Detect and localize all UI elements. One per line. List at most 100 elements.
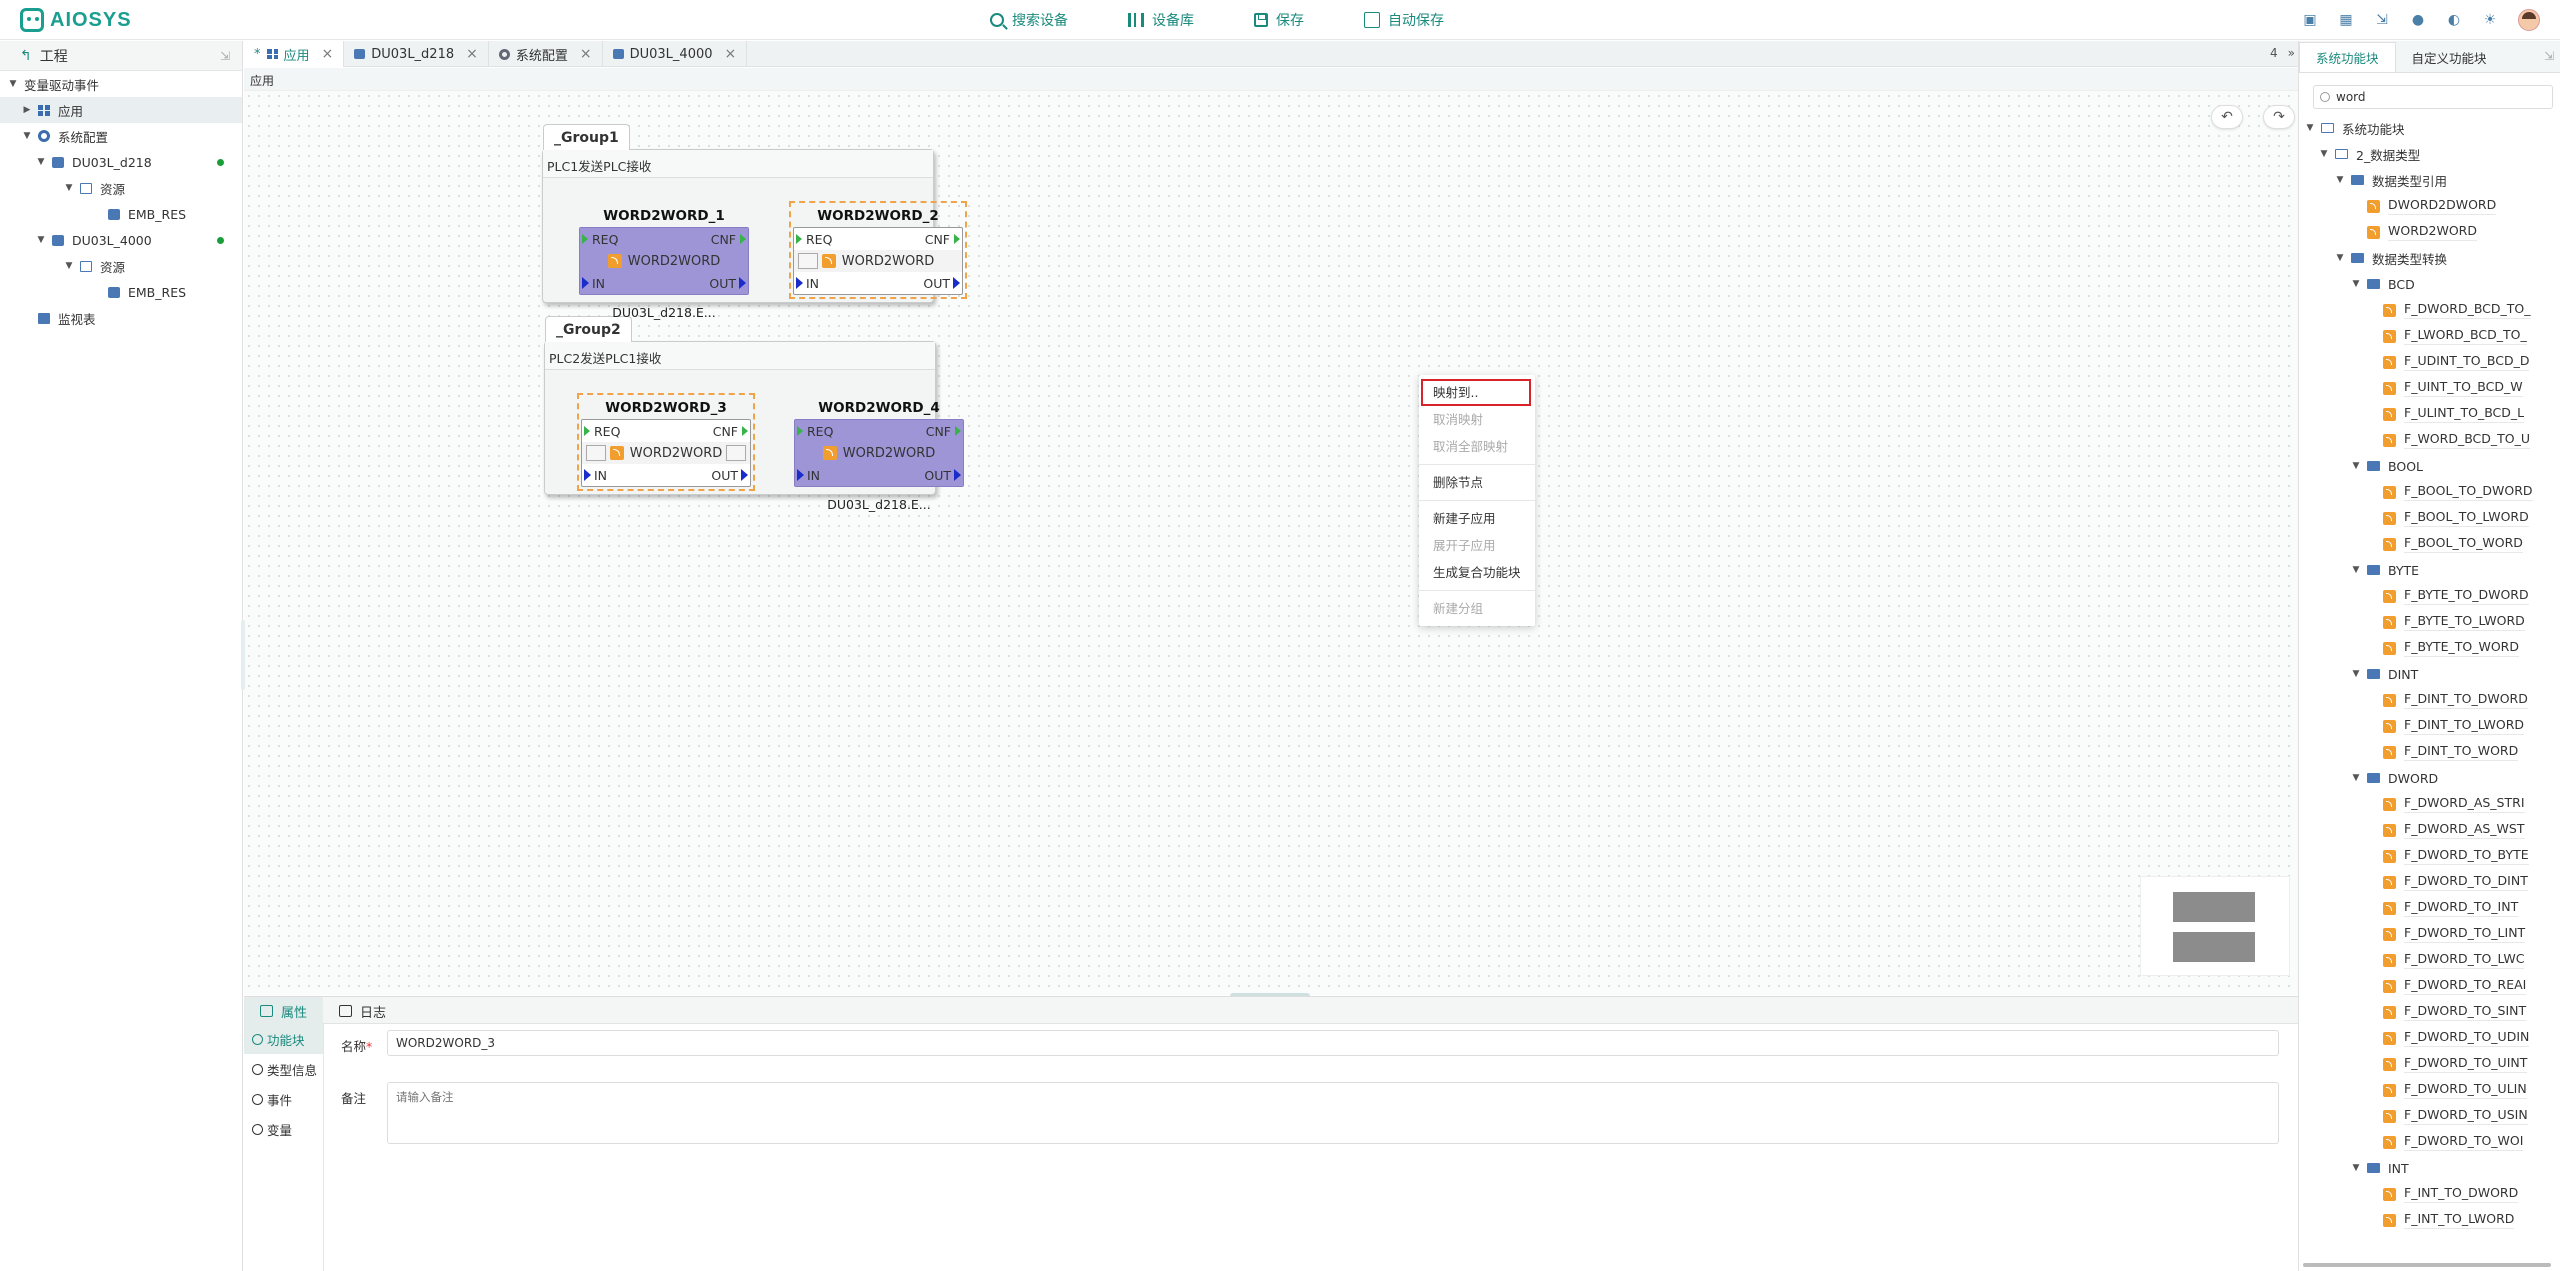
library-function-block[interactable]: F_DWORD_TO_INT — [2299, 895, 2560, 921]
caret-down-icon[interactable]: ▼ — [2351, 279, 2361, 289]
editor-tab[interactable]: * 应用 × — [244, 41, 345, 67]
event-output-port[interactable] — [954, 234, 960, 244]
event-output-port[interactable] — [742, 426, 748, 436]
tree-item[interactable]: 监视表 — [0, 305, 242, 331]
close-icon[interactable]: × — [725, 46, 737, 62]
library-search-input[interactable]: word — [2313, 85, 2553, 109]
data-output-port[interactable] — [739, 277, 746, 289]
library-function-block[interactable]: F_INT_TO_DWORD — [2299, 1181, 2560, 1207]
tree-item[interactable]: ▼ DU03L_d218 — [0, 149, 242, 175]
tabs-more-button[interactable]: » — [2288, 46, 2295, 60]
library-function-block[interactable]: WORD2WORD — [2299, 219, 2560, 245]
tree-item[interactable]: EMB_RES — [0, 279, 242, 305]
tree-item[interactable]: ▼ 资源 — [0, 253, 242, 279]
tree-item[interactable]: ▼ DU03L_4000 — [0, 227, 242, 253]
library-function-block[interactable]: F_DWORD_TO_LINT — [2299, 921, 2560, 947]
context-menu-item[interactable]: 删除节点 — [1419, 469, 1535, 496]
library-function-block[interactable]: F_DWORD_TO_REAI — [2299, 973, 2560, 999]
editor-tab[interactable]: DU03L_d218 × — [344, 41, 489, 67]
function-block-word2word-1[interactable]: WORD2WORD_1 REQ CNF WORD2WORD IN OUT DU03L… — [579, 205, 749, 320]
function-block-word2word-4[interactable]: WORD2WORD_4 REQ CNF WORD2WORD IN OUT DU03L… — [794, 397, 964, 512]
close-icon[interactable]: × — [580, 46, 592, 62]
function-block-word2word-3[interactable]: WORD2WORD_3 REQ CNF WORD2WORD IN OUT — [577, 393, 755, 491]
caret-down-icon[interactable]: ▼ — [22, 131, 32, 141]
library-folder[interactable]: ▼ 数据类型转换 — [2299, 245, 2560, 271]
data-input-port[interactable] — [796, 277, 803, 289]
auto-save-toggle[interactable]: 自动保存 — [1364, 10, 1444, 30]
event-input-port[interactable] — [797, 426, 803, 436]
tab-log[interactable]: 日志 — [323, 997, 402, 1025]
library-function-block[interactable]: F_INT_TO_LWORD — [2299, 1207, 2560, 1233]
caret-down-icon[interactable]: ▼ — [8, 79, 18, 89]
monitor-icon[interactable]: ▣ — [2302, 12, 2318, 28]
prop-nav-events[interactable]: 事件 — [244, 1084, 323, 1114]
tree-item[interactable]: EMB_RES — [0, 201, 242, 227]
caret-down-icon[interactable]: ▼ — [2319, 149, 2329, 159]
library-folder[interactable]: ▼ 2_数据类型 — [2299, 141, 2560, 167]
collapse-icon[interactable]: ⇲ — [2544, 49, 2554, 63]
library-function-block[interactable]: F_BYTE_TO_LWORD — [2299, 609, 2560, 635]
caret-down-icon[interactable]: ▼ — [2351, 565, 2361, 575]
caret-down-icon[interactable]: ▼ — [36, 235, 46, 245]
prop-nav-function-block[interactable]: 功能块 — [244, 1024, 323, 1054]
caret-down-icon[interactable]: ▼ — [2351, 461, 2361, 471]
library-folder[interactable]: ▼ DWORD — [2299, 765, 2560, 791]
library-function-block[interactable]: F_WORD_BCD_TO_U — [2299, 427, 2560, 453]
library-function-block[interactable]: F_DWORD_TO_UDIN — [2299, 1025, 2560, 1051]
context-menu-item[interactable]: 生成复合功能块 — [1419, 559, 1535, 586]
library-function-block[interactable]: F_UDINT_TO_BCD_D — [2299, 349, 2560, 375]
caret-down-icon[interactable]: ▼ — [64, 261, 74, 271]
caret-down-icon[interactable]: ▼ — [2335, 253, 2345, 263]
search-device-button[interactable]: 搜索设备 — [990, 10, 1068, 30]
save-button[interactable]: 保存 — [1254, 10, 1304, 30]
library-function-block[interactable]: F_DWORD_TO_SINT — [2299, 999, 2560, 1025]
library-function-block[interactable]: F_DWORD_TO_ULIN — [2299, 1077, 2560, 1103]
library-function-block[interactable]: F_UINT_TO_BCD_W — [2299, 375, 2560, 401]
caret-down-icon[interactable]: ▼ — [2335, 175, 2345, 185]
caret-down-icon[interactable]: ▼ — [36, 157, 46, 167]
library-function-block[interactable]: F_DWORD_TO_LWC — [2299, 947, 2560, 973]
library-function-block[interactable]: F_BYTE_TO_WORD — [2299, 635, 2560, 661]
editor-tab[interactable]: DU03L_4000 × — [603, 41, 748, 67]
event-input-port[interactable] — [584, 426, 590, 436]
sun-icon[interactable]: ☀ — [2482, 12, 2498, 28]
library-function-block[interactable]: F_DINT_TO_DWORD — [2299, 687, 2560, 713]
caret-down-icon[interactable]: ▼ — [2351, 1163, 2361, 1173]
data-output-port[interactable] — [953, 277, 960, 289]
library-function-block[interactable]: F_DWORD_TO_WOI — [2299, 1129, 2560, 1155]
tree-item[interactable]: ▼ 系统配置 — [0, 123, 242, 149]
library-function-block[interactable]: F_DWORD_TO_DINT — [2299, 869, 2560, 895]
context-menu-item[interactable]: 映射到.. — [1421, 379, 1531, 406]
library-function-block[interactable]: F_DWORD_AS_WST — [2299, 817, 2560, 843]
palette-icon[interactable]: ◐ — [2446, 12, 2462, 28]
back-arrow-icon[interactable]: ↰ — [20, 48, 32, 64]
library-function-block[interactable]: F_BOOL_TO_DWORD — [2299, 479, 2560, 505]
application-canvas[interactable]: ↶ ↷ _Group1 PLC1发送PLC接收 _Group2 PLC2发送PL… — [244, 90, 2311, 995]
library-folder[interactable]: ▼ 数据类型引用 — [2299, 167, 2560, 193]
tree-item[interactable]: ▼ 资源 — [0, 175, 242, 201]
caret-right-icon[interactable]: ▶ — [22, 105, 32, 115]
note-textarea[interactable] — [387, 1082, 2279, 1144]
function-block-word2word-2[interactable]: WORD2WORD_2 REQ CNF WORD2WORD IN OUT — [789, 201, 967, 299]
library-function-block[interactable]: F_DWORD_BCD_TO_ — [2299, 297, 2560, 323]
data-input-port[interactable] — [584, 469, 591, 481]
prop-nav-variables[interactable]: 变量 — [244, 1114, 323, 1144]
library-function-block[interactable]: F_DINT_TO_WORD — [2299, 739, 2560, 765]
library-folder[interactable]: ▼ BCD — [2299, 271, 2560, 297]
tab-system-function-blocks[interactable]: 系统功能块 — [2299, 42, 2396, 72]
event-input-port[interactable] — [796, 234, 802, 244]
event-input-port[interactable] — [582, 234, 588, 244]
library-function-block[interactable]: F_BOOL_TO_WORD — [2299, 531, 2560, 557]
minimap[interactable] — [2140, 876, 2290, 976]
name-input[interactable]: WORD2WORD_3 — [387, 1030, 2279, 1056]
library-folder[interactable]: ▼ BOOL — [2299, 453, 2560, 479]
tree-item[interactable]: ▼ 变量驱动事件 — [0, 71, 242, 97]
data-input-port[interactable] — [582, 277, 589, 289]
library-function-block[interactable]: F_DWORD_TO_BYTE — [2299, 843, 2560, 869]
library-folder[interactable]: ▼ 系统功能块 — [2299, 115, 2560, 141]
library-function-block[interactable]: F_DWORD_TO_USIN — [2299, 1103, 2560, 1129]
context-menu-item[interactable]: 新建子应用 — [1419, 505, 1535, 532]
caret-down-icon[interactable]: ▼ — [2305, 123, 2315, 133]
tab-custom-function-blocks[interactable]: 自定义功能块 — [2396, 42, 2503, 72]
library-function-block[interactable]: F_DWORD_AS_STRI — [2299, 791, 2560, 817]
